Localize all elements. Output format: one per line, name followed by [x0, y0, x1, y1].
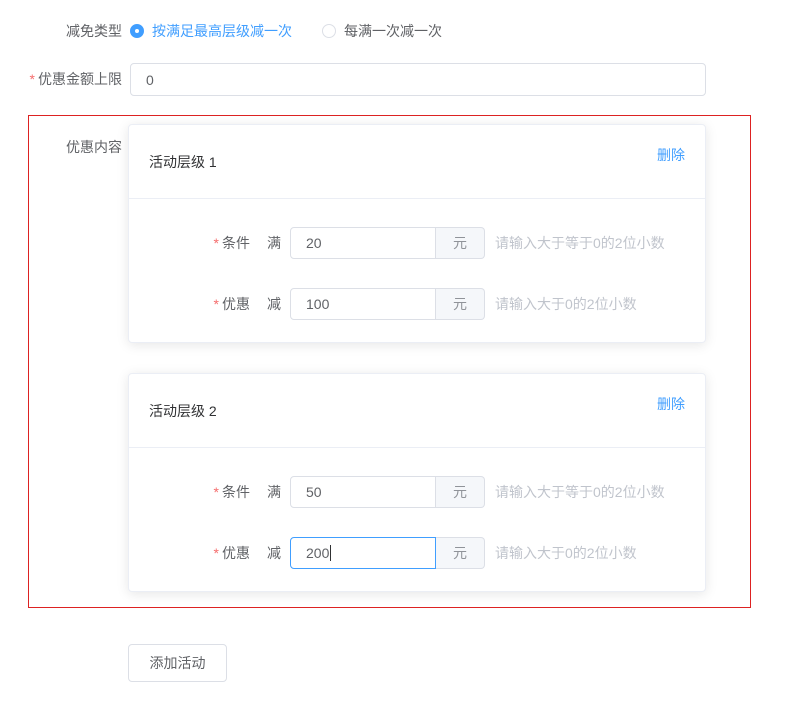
- form-row-reduction-type: 减免类型 按满足最高层级减一次 每满一次减一次: [0, 21, 812, 41]
- unit-suffix: 元: [436, 288, 485, 320]
- tier-card-header: 活动层级 2 删除: [129, 374, 705, 448]
- radio-option-every-time[interactable]: 每满一次减一次: [322, 21, 442, 41]
- required-asterisk: *: [214, 235, 219, 251]
- input-hint: 请输入大于0的2位小数: [495, 543, 637, 563]
- condition-input-group: 元: [290, 227, 485, 259]
- reduction-type-label: 减免类型: [0, 22, 122, 41]
- radio-option-highest-tier[interactable]: 按满足最高层级减一次: [130, 21, 292, 41]
- discount-cap-input[interactable]: [130, 63, 706, 96]
- tier-title: 活动层级 2: [149, 401, 217, 421]
- radio-option-label: 每满一次减一次: [344, 21, 442, 41]
- discount-amount-input[interactable]: [290, 288, 436, 320]
- tier-title: 活动层级 1: [149, 152, 217, 172]
- condition-amount-input[interactable]: [290, 227, 436, 259]
- required-asterisk: *: [214, 296, 219, 312]
- form-row-discount-cap: *优惠金额上限: [0, 63, 812, 96]
- tier-card-header: 活动层级 1 删除: [129, 125, 705, 199]
- input-hint: 请输入大于等于0的2位小数: [495, 482, 665, 502]
- text-cursor: [330, 545, 331, 561]
- condition-label: *条件: [149, 233, 250, 253]
- discount-amount-input-focused[interactable]: 200: [290, 537, 436, 569]
- condition-input-group: 元: [290, 476, 485, 508]
- condition-prefix: 满: [267, 482, 281, 502]
- discount-content-error-box: 优惠内容 活动层级 1 删除 *条件 满 元 请输入大于等于0: [28, 115, 751, 608]
- discount-prefix: 减: [267, 294, 281, 314]
- unit-suffix: 元: [436, 537, 485, 569]
- unit-suffix: 元: [436, 476, 485, 508]
- tier-card-body: *条件 满 元 请输入大于等于0的2位小数 *优惠 减 200 元: [129, 448, 705, 591]
- discount-input-group: 200 元: [290, 537, 485, 569]
- input-hint: 请输入大于0的2位小数: [495, 294, 637, 314]
- condition-prefix: 满: [267, 233, 281, 253]
- tier-card-1: 活动层级 1 删除 *条件 满 元 请输入大于等于0的2位小数 *优惠: [128, 124, 706, 343]
- delete-tier-link[interactable]: 删除: [657, 145, 685, 165]
- radio-checked-icon[interactable]: [130, 24, 144, 38]
- required-asterisk: *: [30, 71, 35, 87]
- unit-suffix: 元: [436, 227, 485, 259]
- tier-discount-row: *优惠 减 元 请输入大于0的2位小数: [149, 288, 685, 320]
- discount-prefix: 减: [267, 543, 281, 563]
- tier-card-body: *条件 满 元 请输入大于等于0的2位小数 *优惠 减 元: [129, 199, 705, 342]
- radio-unchecked-icon[interactable]: [322, 24, 336, 38]
- add-activity-button[interactable]: 添加活动: [128, 644, 227, 682]
- required-asterisk: *: [214, 484, 219, 500]
- tier-discount-row: *优惠 减 200 元 请输入大于0的2位小数: [149, 537, 685, 569]
- delete-tier-link[interactable]: 删除: [657, 394, 685, 414]
- tier-condition-row: *条件 满 元 请输入大于等于0的2位小数: [149, 227, 685, 259]
- condition-label: *条件: [149, 482, 250, 502]
- tier-card-2: 活动层级 2 删除 *条件 满 元 请输入大于等于0的2位小数 *优惠: [128, 373, 706, 592]
- discount-label: *优惠: [149, 543, 250, 563]
- input-hint: 请输入大于等于0的2位小数: [495, 233, 665, 253]
- tier-condition-row: *条件 满 元 请输入大于等于0的2位小数: [149, 476, 685, 508]
- discount-label: *优惠: [149, 294, 250, 314]
- tier-list: 活动层级 1 删除 *条件 满 元 请输入大于等于0的2位小数 *优惠: [128, 124, 706, 592]
- reduction-type-radio-group: 按满足最高层级减一次 每满一次减一次: [130, 21, 472, 41]
- radio-option-label: 按满足最高层级减一次: [152, 21, 292, 41]
- discount-content-label: 优惠内容: [29, 124, 122, 592]
- discount-input-group: 元: [290, 288, 485, 320]
- discount-cap-label: *优惠金额上限: [0, 70, 122, 89]
- required-asterisk: *: [214, 545, 219, 561]
- condition-amount-input[interactable]: [290, 476, 436, 508]
- promotion-form: 减免类型 按满足最高层级减一次 每满一次减一次 *优惠金额上限 优惠内容 活动层…: [0, 0, 812, 682]
